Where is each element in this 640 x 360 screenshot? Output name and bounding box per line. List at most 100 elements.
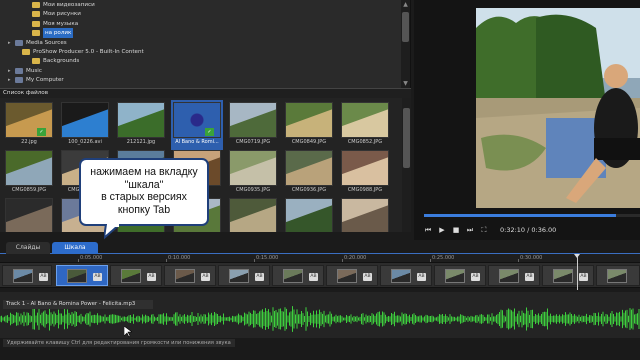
expand-icon[interactable]: ▸ [8,75,14,85]
file-tile[interactable]: 100_0226.avi [59,100,111,150]
file-tile[interactable]: CMG0719.JPG [227,100,279,150]
speech-callout: нажимаем на вкладку "шкала" в старых вер… [79,158,209,226]
tree-scroll-thumb[interactable] [402,12,409,42]
tab-timeline[interactable]: Шкала [52,242,98,254]
audio-track[interactable] [0,292,640,338]
stop-icon[interactable]: ■ [452,226,460,234]
file-tile[interactable]: CMG0849.JPG [283,100,335,150]
tab-slides[interactable]: Слайды [6,242,50,254]
fullscreen-icon[interactable]: ⛶ [480,226,488,234]
file-thumbnail [229,198,277,232]
file-list-header: Список файлов [0,88,411,98]
playhead[interactable] [574,254,580,290]
tree-scrollbar[interactable]: ▲ ▼ [401,0,410,88]
transition-icon[interactable]: AB [255,273,264,281]
file-caption: CMG0719.JPG [235,139,271,145]
file-list-scrollbar[interactable] [402,98,411,232]
timeline-slide[interactable]: AB [164,265,216,286]
folder-icon [32,2,40,8]
timeline-slide[interactable]: AB [218,265,270,286]
file-caption: CMG0988.JPG [347,187,383,193]
ruler-tick-label: 0:25.000 [432,255,455,261]
callout-line: кнопку Tab [117,203,171,216]
file-thumbnail [117,102,165,138]
ruler-tick-label: 0:15.000 [256,255,279,261]
preview-progress[interactable] [424,214,640,217]
timeline-slide[interactable]: AB [110,265,162,286]
file-tile[interactable]: 212121.jpg [115,100,167,150]
file-thumbnail [341,150,389,186]
slide-thumbnail [175,269,195,283]
transition-icon[interactable]: AB [363,273,372,281]
scroll-up-icon[interactable]: ▲ [401,0,410,9]
transition-icon[interactable]: AB [147,273,156,281]
next-icon[interactable]: ⏭ [466,226,474,234]
transition-icon[interactable]: AB [309,273,318,281]
file-thumbnail [341,198,389,232]
preview-progress-fill [424,214,617,217]
file-caption: CMG0849.JPG [291,139,327,145]
timeline-slide[interactable]: AB [56,265,108,286]
tree-item-label: Backgrounds [43,58,80,65]
slide-track[interactable]: AB AB AB AB AB AB AB AB AB AB AB [0,262,640,288]
file-thumbnail [5,150,53,186]
audio-track-label: Track 1 - Al Bano & Romina Power - Felic… [3,300,153,309]
file-thumbnail [5,198,53,232]
transition-icon[interactable]: AB [471,273,480,281]
file-list-scroll-thumb[interactable] [403,108,410,168]
timeline-slide[interactable]: AB [434,265,486,286]
audio-waveform [0,306,640,332]
transition-icon[interactable]: AB [525,273,534,281]
transition-icon[interactable]: AB [417,273,426,281]
callout-line: "шкала" [124,178,164,191]
transition-icon[interactable]: AB [579,273,588,281]
timeline-slide[interactable]: AB [542,265,594,286]
status-hint: Удерживайте клавишу Ctrl для редактирова… [3,339,235,347]
timeline-slide[interactable]: AB [488,265,540,286]
previous-icon[interactable]: ⏮ [424,226,432,234]
file-tile[interactable]: CMG0988.JPG [339,148,391,198]
ruler-tick-label: 0:20.000 [344,255,367,261]
slide-thumbnail [391,269,411,283]
scroll-down-icon[interactable]: ▼ [401,79,410,88]
file-tile[interactable]: CMG0859.JPG [3,148,55,198]
file-tile[interactable]: CMG0936.JPG [283,148,335,198]
file-tile[interactable]: CMG0852.JPG [339,100,391,150]
play-icon[interactable]: ▶ [438,226,446,234]
slide-thumbnail [121,269,141,283]
mouse-cursor-icon [124,326,132,338]
file-tile[interactable] [339,196,391,232]
slide-thumbnail [607,269,627,283]
file-tile[interactable]: ✓ 22.jpg [3,100,55,150]
file-thumbnail [229,102,277,138]
folder-icon [15,39,23,46]
transition-icon[interactable]: AB [201,273,210,281]
file-tile[interactable] [227,196,279,232]
timeline-slide[interactable]: AB [380,265,432,286]
file-thumbnail [229,150,277,186]
file-caption: CMG0936.JPG [291,187,327,193]
file-tile[interactable]: CMG0935.JPG [227,148,279,198]
transition-icon[interactable]: AB [93,273,102,281]
transition-icon[interactable]: AB [39,273,48,281]
used-check-icon: ✓ [37,128,46,136]
folder-icon [32,11,40,18]
folder-icon [22,49,30,55]
file-thumbnail [61,102,109,138]
timeline-slide[interactable] [596,265,640,286]
folder-tree[interactable]: Мои видеозаписи Мои рисунки Моя музыка на р… [0,0,411,88]
slide-thumbnail [445,269,465,283]
tree-item-label: My Computer [26,77,64,84]
file-caption: 100_0226.avi [68,139,102,145]
file-tile[interactable] [3,196,55,232]
timeline-slide[interactable]: AB [2,265,52,286]
file-tile[interactable]: ✓ Al Bano & Romi... [171,100,223,150]
timeline-slide[interactable]: AB [326,265,378,286]
timeline-ruler[interactable]: 0:05.000 0:10.000 0:15.000 0:20.000 0:25.000… [0,254,640,262]
file-caption: 22.jpg [21,139,37,145]
expand-icon[interactable]: ▸ [8,38,14,48]
file-tile[interactable] [283,196,335,232]
file-thumbnail [285,150,333,186]
tree-item[interactable]: ▸ My Computer [8,75,64,85]
timeline-slide[interactable]: AB [272,265,324,286]
